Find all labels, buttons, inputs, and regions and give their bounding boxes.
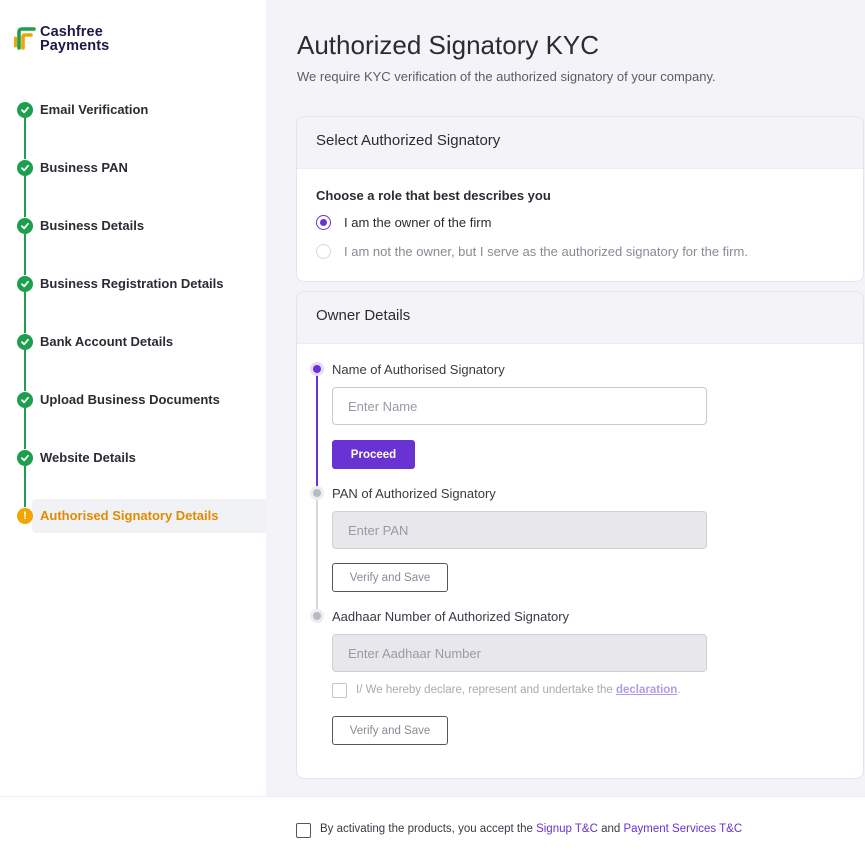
aadhaar-input[interactable] (332, 634, 707, 672)
radio-label: I am not the owner, but I serve as the a… (344, 244, 748, 259)
check-icon (17, 218, 33, 234)
step-business-details[interactable]: Business Details (0, 208, 266, 275)
step-email-verification[interactable]: Email Verification (0, 92, 266, 159)
step-label: Business PAN (40, 160, 128, 175)
page-subtitle: We require KYC verification of the autho… (297, 69, 716, 84)
step-label: Email Verification (40, 102, 149, 117)
step-website-details[interactable]: Website Details (0, 440, 266, 507)
radio-selected-icon[interactable] (316, 215, 331, 230)
main-content: Authorized Signatory KYC We require KYC … (266, 0, 865, 796)
aadhaar-verify-save-button[interactable]: Verify and Save (332, 716, 448, 745)
declaration-checkbox[interactable] (332, 683, 347, 698)
terms-prefix: By activating the products, you accept t… (320, 823, 533, 835)
proceed-button[interactable]: Proceed (332, 440, 415, 469)
declaration-text: I/ We hereby declare, represent and unde… (356, 684, 681, 696)
pan-verify-save-button[interactable]: Verify and Save (332, 563, 448, 592)
logo-line1: Cashfree (40, 24, 103, 40)
step-upload-business-documents[interactable]: Upload Business Documents (0, 382, 266, 449)
step-bank-account-details[interactable]: Bank Account Details (0, 324, 266, 391)
footer: By activating the products, you accept t… (0, 796, 865, 854)
name-label: Name of Authorised Signatory (332, 362, 505, 377)
timeline-dot-active (313, 365, 321, 373)
progress-steps: Email Verification Business PAN Business… (0, 92, 266, 556)
name-input[interactable] (332, 387, 707, 425)
step-label: Website Details (40, 450, 136, 465)
check-icon (17, 160, 33, 176)
card-heading: Owner Details (297, 292, 863, 344)
step-label: Upload Business Documents (40, 392, 220, 407)
radio-label: I am the owner of the firm (344, 215, 492, 230)
timeline-dot (313, 612, 321, 620)
cashfree-logo-text: Cashfree Payments (40, 24, 110, 54)
role-question: Choose a role that best describes you (316, 188, 551, 203)
signup-tc-link[interactable]: Signup T&C (536, 823, 598, 835)
check-icon (17, 276, 33, 292)
check-icon (17, 450, 33, 466)
page-title: Authorized Signatory KYC (297, 30, 600, 60)
logo-line2: Payments (40, 38, 110, 54)
radio-owner[interactable]: I am the owner of the firm (316, 215, 491, 230)
check-icon (17, 392, 33, 408)
card-heading: Select Authorized Signatory (297, 117, 863, 169)
terms-checkbox[interactable] (296, 823, 311, 838)
radio-not-owner[interactable]: I am not the owner, but I serve as the a… (316, 244, 748, 259)
declaration-prefix: I/ We hereby declare, represent and unde… (356, 684, 613, 696)
timeline-dot (313, 489, 321, 497)
check-icon (17, 102, 33, 118)
pan-input[interactable] (332, 511, 707, 549)
step-label: Authorised Signatory Details (40, 508, 219, 523)
select-signatory-card: Select Authorized Signatory Choose a rol… (296, 116, 864, 282)
radio-unselected-icon[interactable] (316, 244, 331, 259)
payment-services-tc-link[interactable]: Payment Services T&C (623, 823, 742, 835)
terms-text: By activating the products, you accept t… (320, 823, 742, 835)
cashfree-logo[interactable]: Cashfree Payments (14, 25, 109, 53)
declaration-link[interactable]: declaration (616, 684, 677, 696)
check-icon (17, 334, 33, 350)
timeline-line-active (316, 372, 318, 488)
step-business-registration-details[interactable]: Business Registration Details (0, 266, 266, 333)
timeline-line-idle (316, 498, 318, 616)
owner-details-card: Owner Details Name of Authorised Signato… (296, 291, 864, 779)
pan-label: PAN of Authorized Signatory (332, 486, 496, 501)
step-label: Business Details (40, 218, 145, 233)
step-authorised-signatory-details[interactable]: ! Authorised Signatory Details (0, 498, 266, 556)
step-label: Bank Account Details (40, 334, 174, 349)
cashfree-logo-icon (14, 26, 36, 50)
step-label: Business Registration Details (40, 276, 224, 291)
declaration-suffix: . (677, 684, 681, 696)
sidebar: Cashfree Payments Email Verification Bus… (0, 0, 266, 796)
terms-and: and (601, 823, 621, 835)
aadhaar-label: Aadhaar Number of Authorized Signatory (332, 609, 570, 624)
step-business-pan[interactable]: Business PAN (0, 150, 266, 217)
warning-icon: ! (17, 508, 33, 524)
